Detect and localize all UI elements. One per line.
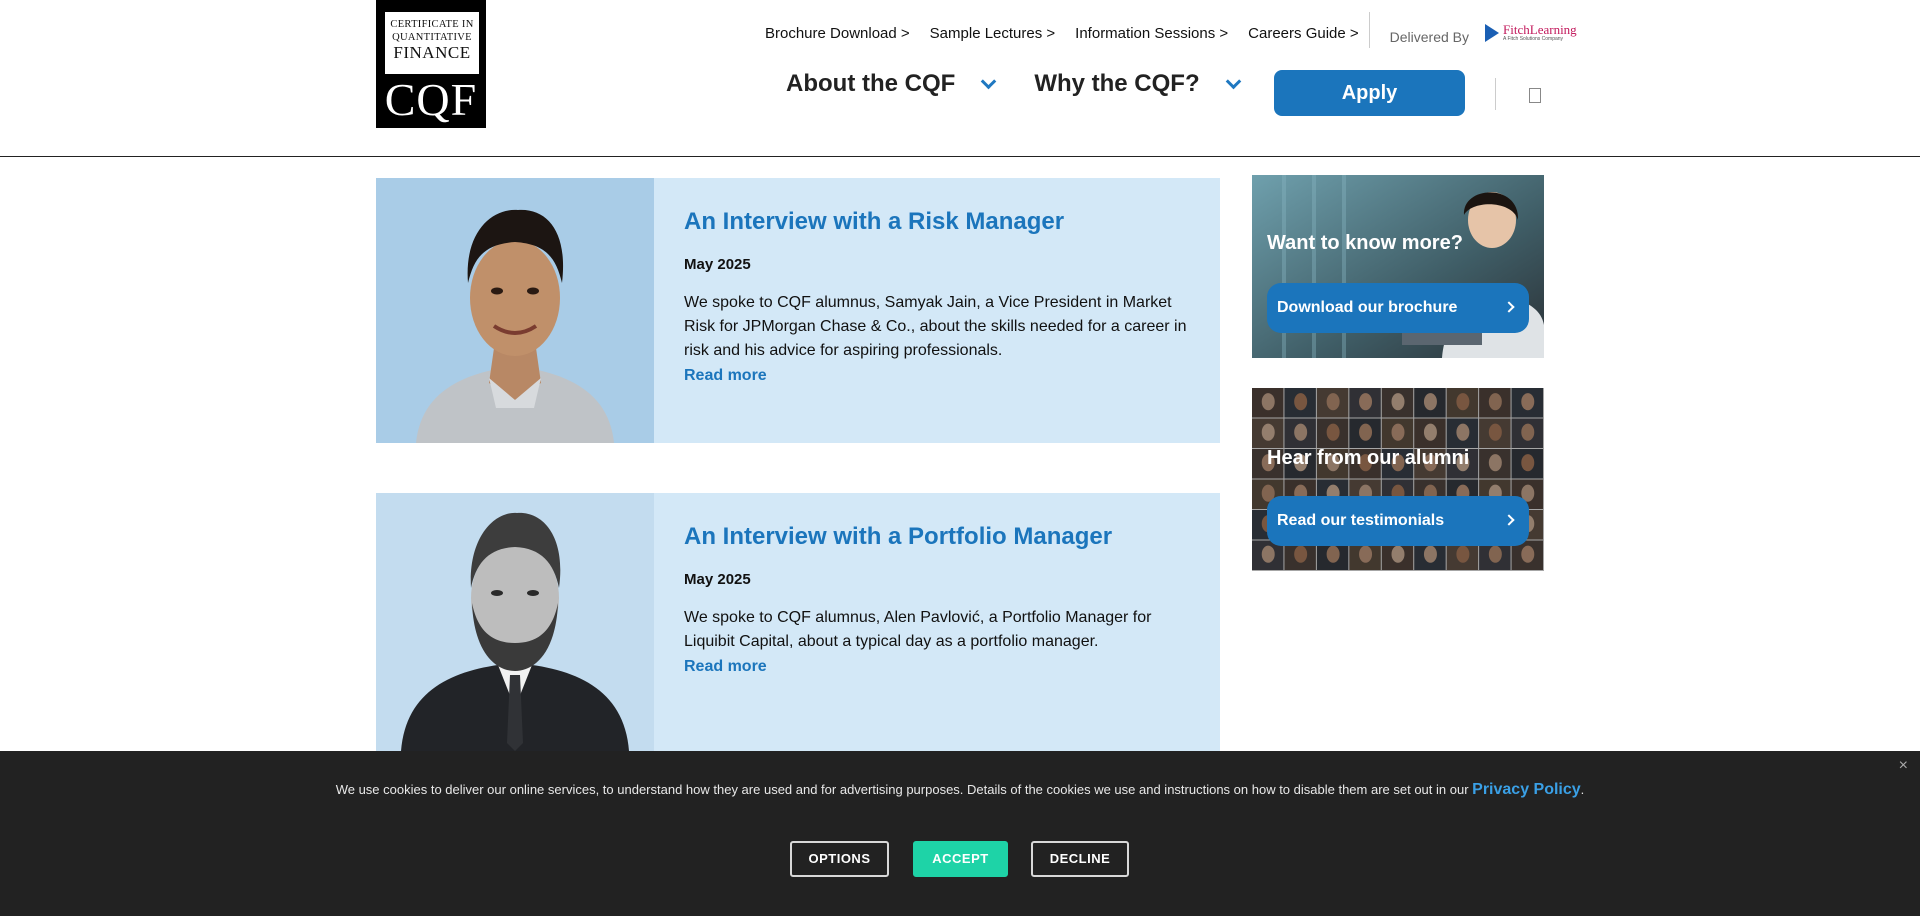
chevron-right-icon [1503,301,1515,313]
chevron-down-icon [981,73,997,89]
portrait-image [376,493,654,751]
promo-button-label: Download our brochure [1277,299,1458,316]
article-title[interactable]: An Interview with a Risk Manager [684,208,1194,236]
cookie-accept-button[interactable]: ACCEPT [913,841,1008,877]
top-nav-sample-lectures[interactable]: Sample Lectures > [930,25,1056,42]
main-nav: About the CQF Why the CQF? [786,70,1279,98]
chevron-right-icon [1503,514,1515,526]
cookie-options-button[interactable]: OPTIONS [790,841,889,877]
cookie-period: . [1580,782,1585,797]
fitch-name: FitchLearning [1503,22,1577,37]
brochure-promo: Want to know more? Download our brochure [1252,175,1544,358]
article-photo [376,178,654,443]
cookie-message: We use cookies to deliver our online ser… [0,781,1920,799]
logo-line-3: FINANCE [393,43,471,62]
article-summary: We spoke to CQF alumnus, Alen Pavlović, … [684,609,1152,650]
cqf-logo[interactable]: CERTIFICATE IN QUANTITATIVE FINANCE CQF [376,0,486,128]
promo-heading: Hear from our alumni [1267,447,1470,469]
article-summary: We spoke to CQF alumnus, Samyak Jain, a … [684,294,1187,359]
portrait-image [376,178,654,443]
top-nav-careers-guide[interactable]: Careers Guide > [1248,25,1358,42]
top-nav: Brochure Download > Sample Lectures > In… [765,12,1577,48]
chevron-down-icon [1225,73,1241,89]
close-icon[interactable]: × [1899,757,1908,775]
header-divider [1495,78,1496,110]
logo-acronym: CQF [384,74,478,125]
download-brochure-button[interactable]: Download our brochure [1267,283,1529,333]
main-nav-about-label: About the CQF [786,70,956,97]
article-photo [376,493,654,751]
top-nav-divider [1368,12,1370,48]
search-icon[interactable] [1529,88,1541,103]
cookie-text: We use cookies to deliver our online ser… [335,782,1469,797]
article-date: May 2025 [684,256,751,273]
read-testimonials-button[interactable]: Read our testimonials [1267,496,1529,546]
fitch-learning-logo[interactable]: FitchLearning A Fitch Solutions Company [1485,22,1577,42]
alumni-promo: Hear from our alumni Read our testimonia… [1252,388,1544,571]
top-nav-information-sessions[interactable]: Information Sessions > [1075,25,1228,42]
promo-button-label: Read our testimonials [1277,512,1445,529]
article-title[interactable]: An Interview with a Portfolio Manager [684,523,1194,551]
read-more-link[interactable]: Read more [684,367,1194,385]
privacy-policy-link[interactable]: Privacy Policy [1472,781,1581,798]
cookie-banner: × We use cookies to deliver our online s… [0,751,1920,916]
promo-heading: Want to know more? [1267,232,1463,254]
article-card: An Interview with a Risk Manager May 202… [376,178,1220,443]
logo-wordmark: CERTIFICATE IN QUANTITATIVE FINANCE [385,12,479,74]
main-nav-why[interactable]: Why the CQF? [1034,70,1241,98]
main-nav-why-label: Why the CQF? [1034,70,1200,97]
main-nav-about[interactable]: About the CQF [786,70,997,98]
read-more-link[interactable]: Read more [684,658,1194,676]
site-header: CERTIFICATE IN QUANTITATIVE FINANCE CQF … [0,0,1920,157]
article-card: An Interview with a Portfolio Manager Ma… [376,493,1220,751]
logo-line-1: CERTIFICATE IN [390,19,474,30]
delivered-by-label: Delivered By [1389,29,1470,45]
apply-button[interactable]: Apply [1274,70,1465,116]
cookie-decline-button[interactable]: DECLINE [1031,841,1129,877]
fitch-arrow-icon [1485,24,1500,42]
article-date: May 2025 [684,571,751,588]
top-nav-brochure[interactable]: Brochure Download > [765,25,910,42]
